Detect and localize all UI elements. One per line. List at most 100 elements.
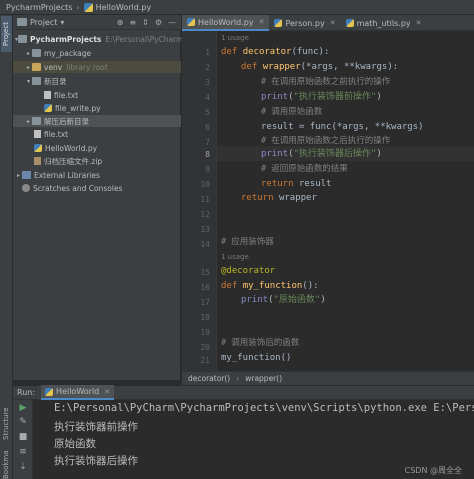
- tree-item-helloworld[interactable]: HelloWorld.py: [13, 142, 181, 154]
- project-tool-tab[interactable]: Project: [1, 16, 12, 52]
- chevron-right-icon[interactable]: ▸: [15, 172, 22, 179]
- code-line-8[interactable]: print("执行装饰器后操作"): [221, 147, 382, 162]
- folder-icon: [32, 77, 41, 85]
- python-file-icon: [44, 104, 52, 112]
- title-bar: PycharmProjects › HelloWorld.py: [0, 0, 474, 15]
- code-line-20[interactable]: # 调用装饰后的函数: [221, 336, 299, 351]
- line-number: 15: [200, 268, 210, 277]
- breadcrumb-wrapper[interactable]: wrapper(): [245, 374, 282, 383]
- tree-item-unzip-dir[interactable]: ▸ 解压后新目录: [13, 115, 181, 127]
- tree-item-file-txt[interactable]: file.txt: [13, 89, 181, 101]
- text-file-icon: [34, 130, 41, 138]
- run-panel-header: Run: HelloWorld ✕: [13, 385, 474, 400]
- python-file-icon: [345, 19, 354, 27]
- library-icon: [22, 171, 31, 179]
- project-breadcrumb[interactable]: PycharmProjects: [6, 3, 72, 12]
- line-number: 4: [205, 93, 210, 102]
- wrap-icon[interactable]: ≡: [16, 446, 30, 458]
- code-line-21[interactable]: my_function(): [221, 351, 291, 366]
- usage-hint[interactable]: 1 usage: [221, 34, 249, 42]
- run-tab-label: HelloWorld: [56, 387, 100, 396]
- code-line-2[interactable]: def wrapper(*args, **kwargs):: [221, 60, 398, 75]
- chevron-down-icon[interactable]: ▾: [25, 78, 32, 85]
- breadcrumb-separator: ›: [76, 2, 80, 12]
- tree-item-label: HelloWorld.py: [45, 143, 98, 153]
- close-icon[interactable]: ✕: [416, 19, 422, 27]
- chevron-right-icon[interactable]: ▸: [25, 64, 32, 71]
- tree-item-zip[interactable]: 归档压缩文件.zip: [13, 155, 181, 167]
- usage-hint[interactable]: 1 usage: [221, 253, 249, 261]
- code-line-1[interactable]: def decorator(func):: [221, 45, 329, 60]
- tree-item-root[interactable]: ▾ PycharmProjects E:\Personal\PyCharm\Py…: [13, 33, 199, 45]
- code-line-4[interactable]: print("执行装饰器前操作"): [221, 90, 382, 105]
- tree-item-label: file.txt: [44, 129, 69, 139]
- hide-icon[interactable]: —: [168, 18, 176, 27]
- close-icon[interactable]: ✕: [330, 19, 336, 27]
- line-number: 17: [200, 298, 210, 307]
- tab-person[interactable]: Person.py ✕: [269, 15, 340, 31]
- tab-helloworld[interactable]: HelloWorld.py ✕: [182, 15, 270, 31]
- run-tab-helloworld[interactable]: HelloWorld ✕: [41, 385, 115, 400]
- tab-label: Person.py: [285, 18, 325, 28]
- close-icon[interactable]: ✕: [104, 388, 110, 396]
- line-number: 6: [205, 123, 210, 132]
- tree-item-label: External Libraries: [34, 170, 100, 180]
- folder-icon: [32, 117, 41, 125]
- collapse-icon[interactable]: ≡: [129, 18, 136, 27]
- code-line-9[interactable]: # 返回原始函数的结果: [221, 162, 348, 177]
- output-line: 原始函数: [54, 438, 96, 450]
- code-line-11[interactable]: return wrapper: [221, 191, 317, 206]
- line-number: 19: [200, 328, 210, 337]
- chevron-down-icon[interactable]: ▾: [60, 18, 64, 27]
- line-number: 8: [205, 150, 210, 159]
- code-line-14[interactable]: # 应用装饰器: [221, 235, 274, 250]
- code-line-16[interactable]: def my_function():: [221, 279, 319, 294]
- close-icon[interactable]: ✕: [259, 18, 265, 26]
- code-line-15[interactable]: @decorator: [221, 264, 275, 279]
- watermark: CSDN @周全全: [404, 466, 462, 475]
- tree-item-file-write[interactable]: file_write.py: [13, 102, 181, 114]
- line-number: 1: [205, 48, 210, 57]
- tree-item-label: my_package: [44, 48, 92, 58]
- structure-tool-tab[interactable]: Structure: [1, 404, 12, 444]
- tree-item-new-dir[interactable]: ▾ 新目录: [13, 75, 181, 87]
- wrench-icon[interactable]: ✎: [16, 416, 30, 428]
- tree-item-label: 新目录: [44, 76, 67, 86]
- tab-label: HelloWorld.py: [198, 17, 254, 27]
- code-line-3[interactable]: # 在调用原始函数之前执行的操作: [221, 75, 390, 90]
- project-panel-title[interactable]: Project: [30, 18, 57, 27]
- python-file-icon: [45, 387, 54, 396]
- tree-item-scratches[interactable]: Scratches and Consoles: [13, 182, 181, 194]
- expand-icon[interactable]: ⇕: [142, 18, 149, 27]
- code-line-10[interactable]: return result: [221, 177, 331, 192]
- tree-item-file-txt-root[interactable]: file.txt: [13, 128, 181, 140]
- run-label: Run:: [17, 388, 36, 397]
- code-line-6[interactable]: result = func(*args, **kwargs): [221, 120, 424, 135]
- line-number: 21: [200, 356, 210, 365]
- bookmarks-tool-tab[interactable]: Bookmarks: [1, 450, 12, 479]
- tree-item-venv[interactable]: ▸ venv library root: [13, 61, 181, 73]
- code-line-17[interactable]: print("原始函数"): [221, 293, 326, 308]
- chevron-right-icon[interactable]: ▸: [25, 118, 32, 125]
- scratches-icon: [22, 184, 30, 192]
- editor-breadcrumb: decorator() › wrapper(): [182, 371, 474, 385]
- tree-item-my-package[interactable]: ▸ my_package: [13, 47, 181, 59]
- tab-math-utils[interactable]: math_utils.py ✕: [341, 15, 427, 31]
- stop-icon[interactable]: ■: [16, 431, 30, 443]
- file-breadcrumb[interactable]: HelloWorld.py: [96, 3, 152, 12]
- project-panel-header: Project ▾ ⊕ ≡ ⇕ ⚙ —: [13, 15, 181, 30]
- tree-item-external-libs[interactable]: ▸ External Libraries: [13, 169, 181, 181]
- scroll-end-icon[interactable]: ⇣: [16, 461, 30, 473]
- python-file-icon: [274, 19, 283, 27]
- tree-item-label: PycharmProjects: [30, 34, 102, 44]
- breadcrumb-decorator[interactable]: decorator(): [188, 374, 230, 383]
- output-line: 执行装饰器前操作: [54, 421, 138, 433]
- folder-icon: [18, 35, 28, 43]
- gear-icon[interactable]: ⚙: [155, 18, 162, 27]
- chevron-right-icon[interactable]: ▸: [25, 50, 32, 57]
- text-file-icon: [44, 91, 51, 99]
- locate-icon[interactable]: ⊕: [117, 18, 124, 27]
- tree-item-label: 归档压缩文件.zip: [44, 156, 103, 166]
- rerun-icon[interactable]: ▶: [16, 402, 30, 414]
- code-line-5[interactable]: # 调用原始函数: [221, 105, 322, 120]
